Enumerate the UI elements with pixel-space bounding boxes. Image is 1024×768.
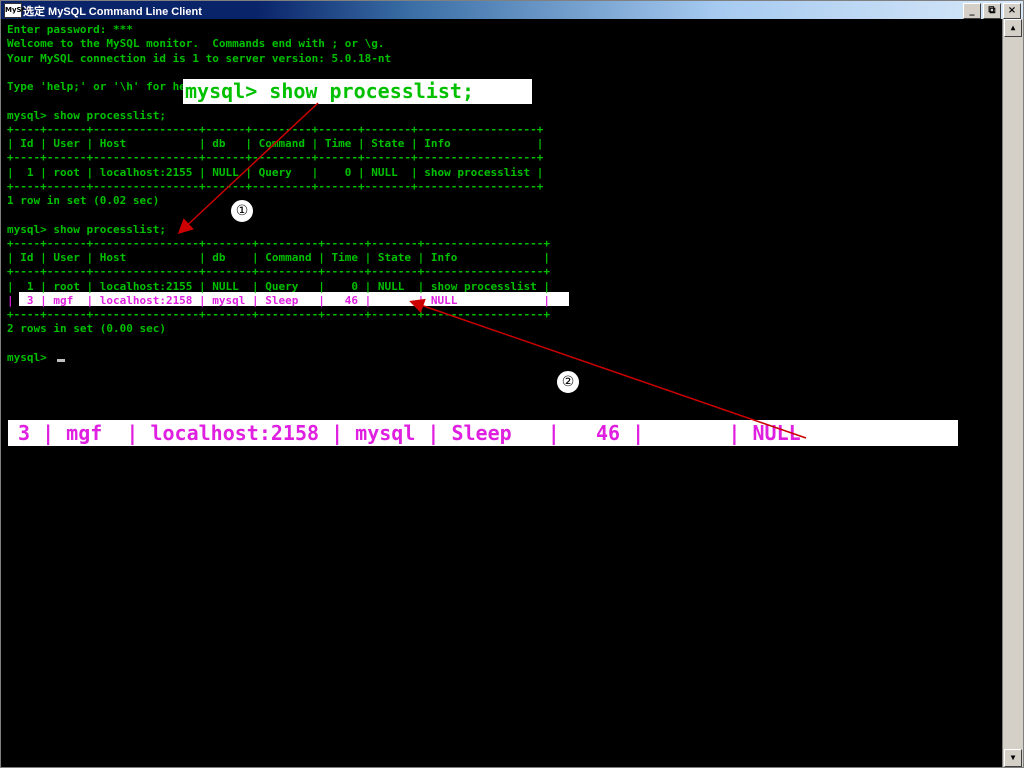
annotation-arrows xyxy=(177,102,807,439)
arrow-to-second-command xyxy=(177,102,319,235)
arrow-to-sleep-row xyxy=(409,298,807,439)
